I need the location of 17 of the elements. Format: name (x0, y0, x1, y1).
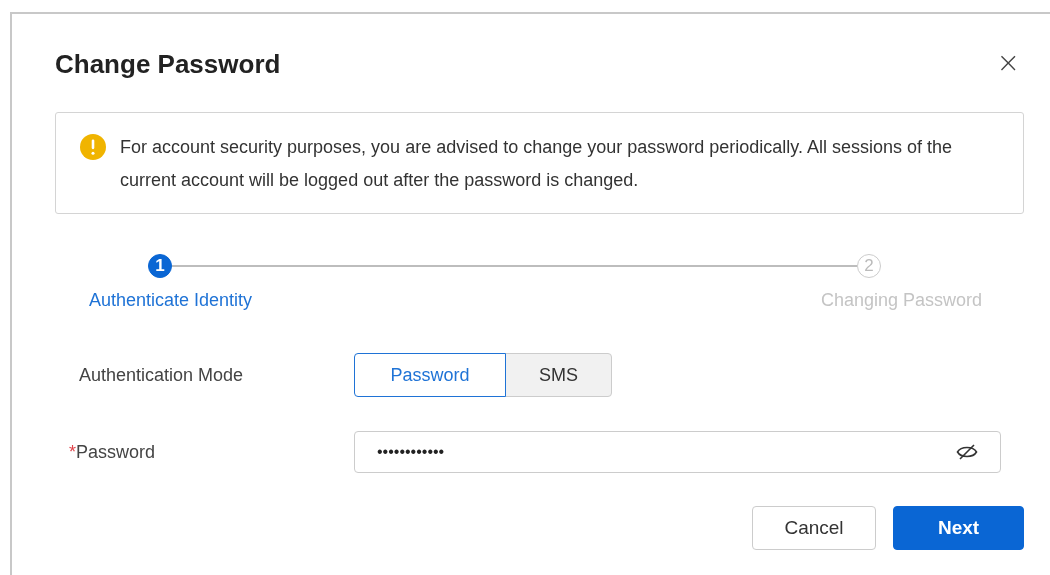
hidden-eye-icon[interactable] (956, 444, 978, 460)
mode-option[interactable]: SMS (505, 353, 612, 397)
close-button[interactable]: × (994, 49, 1022, 77)
required-mark: * (69, 441, 76, 462)
next-button[interactable]: Next (893, 506, 1024, 550)
cancel-button[interactable]: Cancel (752, 506, 876, 550)
step-number: 1 (148, 254, 172, 278)
password-field[interactable]: •••••••••••• (354, 431, 1001, 473)
field-label: Authentication Mode (79, 364, 245, 386)
warning-icon (80, 134, 106, 160)
step-label: Changing Password (820, 290, 982, 311)
mode-option[interactable]: Password (354, 353, 506, 397)
notice-text: For account security purposes, you are advised to change your password periodically. All sessions of the current account will be logged out after the password is changed. (120, 136, 954, 192)
field-label: Password (76, 441, 156, 462)
dialog-title: Change Password (55, 47, 281, 80)
password-value: •••••••••••• (377, 443, 445, 461)
step-label: Authenticate Identity (89, 290, 253, 311)
